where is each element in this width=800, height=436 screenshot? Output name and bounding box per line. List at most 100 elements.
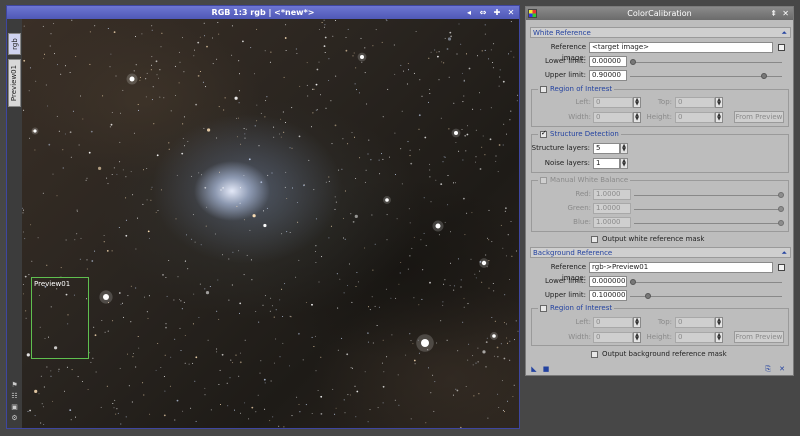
structure-layers-label: Structure layers: [531, 144, 590, 152]
br-roi-width-spin[interactable]: ▲ ▼ [633, 332, 641, 343]
br-roi-checkbox[interactable] [540, 304, 547, 312]
br-roi-height-spin[interactable]: ▲ ▼ [715, 332, 723, 343]
image-window[interactable]: RGB 1:3 rgb | <*new*> ◂ ⇔ ✚ ✕ rgb Previe… [6, 5, 520, 429]
wr-roi-top-spin[interactable]: ▲ ▼ [715, 97, 723, 108]
close-icon[interactable]: ✕ [507, 6, 515, 19]
green-slider[interactable] [634, 206, 784, 212]
structure-detection-legend[interactable]: Structure Detection [538, 129, 621, 138]
blue-label: Blue: [573, 218, 591, 226]
br-roi-left-spin[interactable]: ▲ ▼ [633, 317, 641, 328]
wr-roi-left-field[interactable]: 0 [593, 97, 633, 108]
br-lower-limit-slider[interactable] [630, 279, 782, 285]
white-reference-heading[interactable]: White Reference ⏶ [530, 27, 791, 38]
image-canvas[interactable]: Preview01 [22, 19, 519, 428]
wr-lower-limit-field[interactable]: 0.00000 [589, 56, 627, 67]
reset-icon[interactable]: ✕ [778, 365, 786, 373]
slider-knob[interactable] [630, 59, 636, 65]
slider-knob[interactable] [778, 206, 784, 212]
wr-roi-height-spin[interactable]: ▲ ▼ [715, 112, 723, 123]
br-roi-width-field[interactable]: 0 [593, 332, 633, 343]
wr-lower-limit-label: Lower limit: [545, 57, 586, 65]
output-white-mask-checkbox[interactable] [591, 235, 598, 243]
wr-reference-image-field[interactable]: <target image> [589, 42, 773, 53]
manual-white-balance-checkbox[interactable] [540, 176, 547, 184]
process-titlebar[interactable]: ColorCalibration ⇞ ✕ [526, 7, 793, 20]
wr-lower-limit-slider[interactable] [630, 59, 782, 65]
manual-white-balance-legend[interactable]: Manual White Balance [538, 176, 631, 184]
structure-layers-spin[interactable]: ▲ ▼ [620, 143, 628, 154]
blue-slider[interactable] [634, 220, 784, 226]
br-upper-limit-field[interactable]: 0.100000 [589, 290, 627, 301]
flag-icon[interactable]: ⚑ [10, 381, 19, 389]
red-label: Red: [575, 190, 591, 198]
br-select-view-icon[interactable] [778, 264, 785, 271]
lock-icon[interactable]: ▣ [10, 403, 19, 411]
browse-documentation-icon[interactable]: ⎘ [764, 365, 772, 373]
view-tab-bar: rgb Preview01 ⚑ ☷ ▣ ⚙ [7, 19, 22, 428]
slider-knob[interactable] [630, 279, 636, 285]
wr-roi-top-field[interactable]: 0 [675, 97, 715, 108]
collapse-icon[interactable]: ⏶ [781, 28, 787, 38]
background-reference-heading[interactable]: Background Reference ⏶ [530, 247, 791, 258]
wr-upper-limit-field[interactable]: 0.90000 [589, 70, 627, 81]
br-roi-left-label: Left: [575, 318, 591, 326]
br-roi-top-label: Top: [657, 318, 672, 326]
output-white-mask-option[interactable]: Output white reference mask [591, 235, 704, 243]
structure-detection-checkbox[interactable] [540, 129, 547, 138]
wr-from-preview-button[interactable]: From Preview [734, 111, 784, 123]
sliders-icon[interactable]: ☷ [10, 392, 19, 400]
br-roi-height-field[interactable]: 0 [675, 332, 715, 343]
br-lower-limit-field[interactable]: 0.000000 [589, 276, 627, 287]
shade-window-icon[interactable]: ⇔ [479, 6, 487, 19]
red-field[interactable]: 1.0000 [593, 189, 631, 200]
wr-roi-legend[interactable]: Region of Interest [538, 85, 615, 93]
tab-preview01[interactable]: Preview01 [8, 59, 21, 107]
shade-icon[interactable]: ◂ [465, 6, 473, 19]
white-reference-section: White Reference ⏶ [530, 27, 791, 38]
br-roi-height-label: Height: [646, 333, 673, 341]
color-calibration-window[interactable]: ColorCalibration ⇞ ✕ White Reference ⏶ R… [525, 6, 794, 376]
wr-roi-width-spin[interactable]: ▲ ▼ [633, 112, 641, 123]
slider-knob[interactable] [778, 192, 784, 198]
new-instance-icon[interactable]: ◣ [530, 365, 538, 373]
blue-field[interactable]: 1.0000 [593, 217, 631, 228]
tab-rgb[interactable]: rgb [8, 33, 21, 55]
br-roi-width-label: Width: [568, 333, 591, 341]
wr-roi-left-spin[interactable]: ▲ ▼ [633, 97, 641, 108]
structure-layers-field[interactable]: 5 [593, 143, 620, 154]
green-field[interactable]: 1.0000 [593, 203, 631, 214]
wr-roi-width-label: Width: [568, 113, 591, 121]
red-slider[interactable] [634, 192, 784, 198]
wr-select-view-icon[interactable] [778, 44, 785, 51]
br-upper-limit-label: Upper limit: [544, 291, 586, 299]
maximize-icon[interactable]: ✚ [493, 6, 501, 19]
br-roi-top-field[interactable]: 0 [675, 317, 715, 328]
output-background-mask-checkbox[interactable] [591, 350, 598, 358]
process-logo-icon [528, 9, 537, 18]
output-background-mask-option[interactable]: Output background reference mask [591, 350, 727, 358]
wr-roi-height-field[interactable]: 0 [675, 112, 715, 123]
wr-roi-checkbox[interactable] [540, 85, 547, 93]
slider-knob[interactable] [778, 220, 784, 226]
slider-knob[interactable] [761, 73, 768, 79]
br-roi-top-spin[interactable]: ▲ ▼ [715, 317, 723, 328]
noise-layers-field[interactable]: 1 [593, 158, 620, 169]
wr-roi-top-label: Top: [657, 98, 672, 106]
br-roi-legend[interactable]: Region of Interest [538, 304, 615, 312]
preview-rectangle[interactable]: Preview01 [31, 277, 89, 359]
apply-global-icon[interactable]: ■ [542, 365, 550, 373]
wr-roi-width-field[interactable]: 0 [593, 112, 633, 123]
br-from-preview-button[interactable]: From Preview [734, 331, 784, 343]
br-roi-left-field[interactable]: 0 [593, 317, 633, 328]
gear-icon[interactable]: ⚙ [10, 414, 19, 422]
image-window-titlebar[interactable]: RGB 1:3 rgb | <*new*> ◂ ⇔ ✚ ✕ [7, 6, 519, 19]
wr-upper-limit-slider[interactable] [630, 73, 782, 79]
noise-layers-spin[interactable]: ▲ ▼ [620, 158, 628, 169]
collapse-icon[interactable]: ⏶ [781, 248, 787, 258]
br-upper-limit-slider[interactable] [630, 293, 782, 299]
shade-icon[interactable]: ⇞ [770, 7, 777, 20]
slider-knob[interactable] [644, 293, 651, 299]
close-icon[interactable]: ✕ [782, 7, 789, 20]
br-reference-image-field[interactable]: rgb->Preview01 [589, 262, 773, 273]
background-reference-section: Background Reference ⏶ [530, 247, 791, 258]
